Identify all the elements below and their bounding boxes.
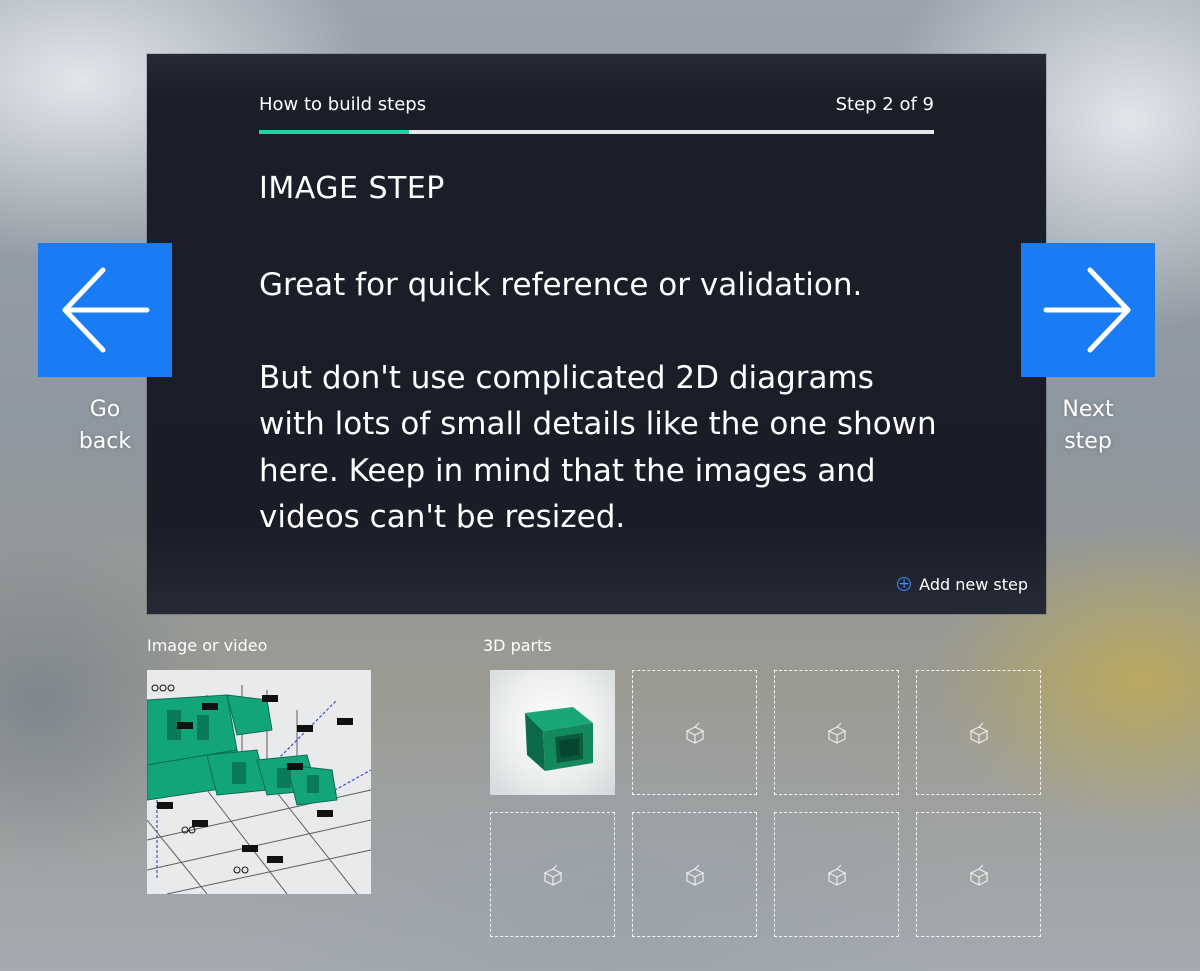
part-slot-filled[interactable]: [490, 670, 615, 795]
part-slot-empty[interactable]: [632, 670, 757, 795]
go-back-button[interactable]: [38, 243, 172, 377]
part-slot-empty[interactable]: [632, 812, 757, 937]
body-paragraph: But don't use complicated 2D diagrams wi…: [259, 359, 937, 536]
part-slot-empty[interactable]: [774, 670, 899, 795]
cube-placeholder-icon: [969, 864, 988, 886]
header-title: How to build steps: [259, 94, 427, 115]
step-body: Great for quick reference or validation.…: [259, 262, 949, 541]
image-or-video-label: Image or video: [147, 636, 268, 655]
arrow-right-icon: [1043, 267, 1131, 353]
media-thumbnail[interactable]: [147, 670, 371, 894]
cube-placeholder-icon: [543, 864, 562, 886]
progress-fill: [259, 130, 409, 134]
plus-circle-icon: +: [897, 576, 912, 592]
body-paragraph: Great for quick reference or validation.: [259, 267, 863, 303]
add-new-step-button[interactable]: + Add new step: [897, 572, 1028, 596]
progress-bar: [259, 130, 934, 134]
next-step-button[interactable]: [1021, 243, 1155, 377]
go-back-label: Go back: [78, 397, 132, 454]
cube-placeholder-icon: [685, 722, 704, 744]
part-slot-empty[interactable]: [774, 812, 899, 937]
next-step-label: Next step: [1062, 397, 1114, 454]
step-counter: Step 2 of 9: [835, 94, 934, 115]
step-card: How to build steps Step 2 of 9 IMAGE STE…: [147, 54, 1046, 614]
technical-diagram-image: [147, 670, 371, 894]
add-new-step-label: Add new step: [919, 574, 1028, 594]
3d-parts-label: 3D parts: [483, 636, 552, 655]
cube-placeholder-icon: [685, 864, 704, 886]
arrow-left-icon: [62, 267, 150, 353]
cube-placeholder-icon: [827, 864, 846, 886]
part-slot-empty[interactable]: [916, 812, 1041, 937]
cube-placeholder-icon: [969, 722, 988, 744]
card-header: How to build steps Step 2 of 9: [259, 94, 934, 118]
part-slot-empty[interactable]: [916, 670, 1041, 795]
part-slot-empty[interactable]: [490, 812, 615, 937]
3d-part-thumbnail: [524, 706, 593, 771]
step-title: IMAGE STEP: [259, 171, 445, 206]
cube-placeholder-icon: [827, 722, 846, 744]
